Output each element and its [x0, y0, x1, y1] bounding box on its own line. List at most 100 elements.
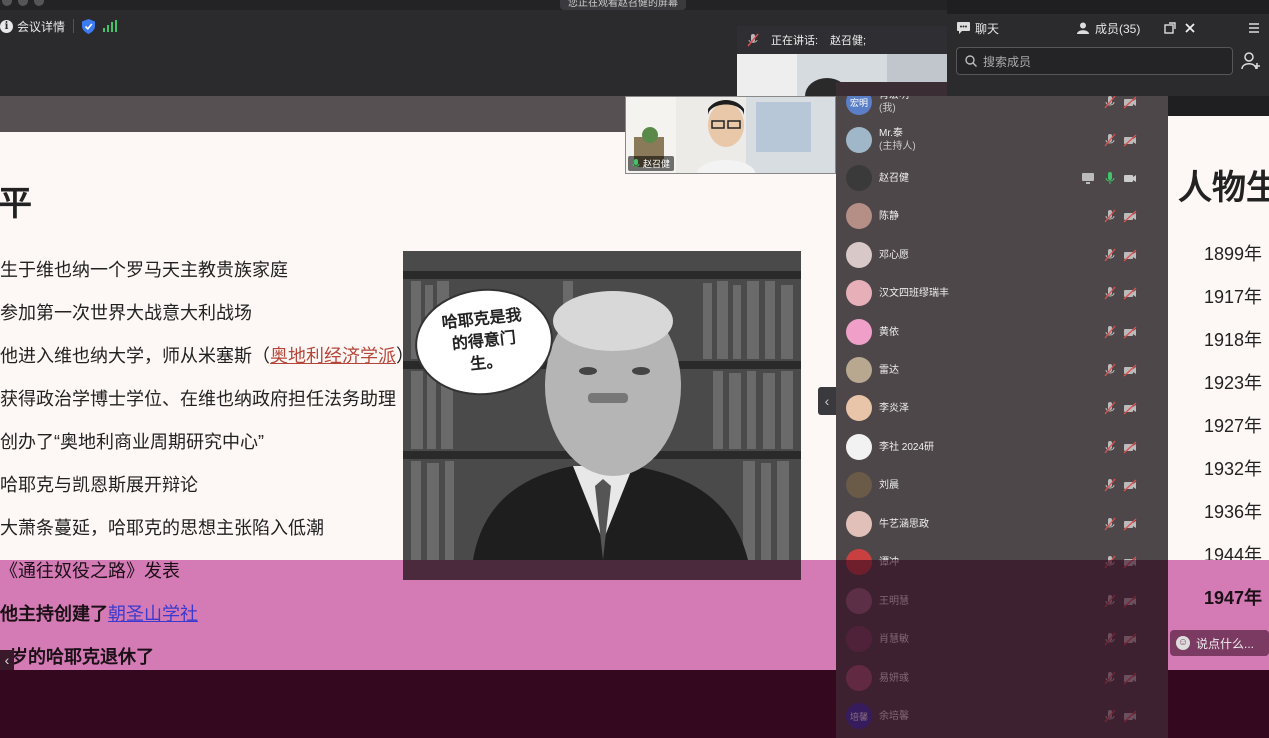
search-placeholder: 搜索成员 — [983, 54, 1032, 69]
avatar — [846, 434, 872, 460]
mic-muted-icon[interactable] — [1103, 286, 1117, 300]
sharing-banner[interactable]: 您正在观看赵召健的屏幕 — [560, 0, 686, 10]
avatar — [846, 280, 872, 306]
member-name: Mr.泰 — [879, 128, 903, 139]
chevron-left-icon[interactable]: ‹ — [0, 650, 14, 670]
member-row[interactable]: 刘晨 — [836, 466, 1168, 504]
mic-muted-icon[interactable] — [1103, 96, 1117, 109]
emoji-icon[interactable]: ☺ — [1176, 636, 1190, 650]
add-member-icon[interactable] — [1241, 51, 1261, 71]
window-close-dot[interactable] — [2, 0, 12, 6]
member-row[interactable]: 陈静 — [836, 197, 1168, 235]
member-row[interactable]: 李炎泽 — [836, 389, 1168, 427]
member-row[interactable]: 宏明 肖宏明 (我) — [836, 96, 1168, 121]
portrait-photo: 哈耶克是我的得意门生。 — [403, 251, 801, 560]
avatar — [846, 319, 872, 345]
camera-off-icon[interactable] — [1123, 440, 1137, 454]
search-input[interactable]: 搜索成员 — [956, 47, 1233, 75]
timeline-year: 1947年 — [1204, 588, 1263, 608]
member-row[interactable]: 李社 2024研 — [836, 428, 1168, 466]
mic-muted-icon — [747, 33, 759, 47]
avatar — [846, 472, 872, 498]
camera-off-icon[interactable] — [1123, 286, 1137, 300]
mic-muted-icon[interactable] — [1103, 209, 1117, 223]
mic-on-icon[interactable] — [1103, 171, 1117, 185]
camera-icon[interactable] — [1123, 171, 1137, 185]
camera-off-icon[interactable] — [1123, 96, 1137, 109]
camera-off-icon[interactable] — [1123, 209, 1137, 223]
mic-muted-icon[interactable] — [1103, 401, 1117, 415]
speaking-label: 正在讲话: — [771, 35, 819, 47]
avatar — [846, 395, 872, 421]
mont-pelerin-link[interactable]: 朝圣山学社 — [108, 604, 198, 624]
meeting-details-label[interactable]: 会议详情 — [17, 18, 65, 35]
event-text: 他主持创建了 — [0, 604, 108, 624]
members-icon — [1077, 22, 1090, 34]
avatar — [846, 165, 872, 191]
avatar — [846, 511, 872, 537]
member-row[interactable]: 黄依 — [836, 313, 1168, 351]
mic-muted-icon[interactable] — [1103, 363, 1117, 377]
member-name: 刘晨 — [879, 479, 899, 491]
mic-muted-icon[interactable] — [1103, 248, 1117, 262]
timeline-year: 1917年 — [1204, 287, 1263, 307]
austrian-school-link[interactable]: 奥地利经济学派 — [270, 346, 396, 366]
camera-off-icon[interactable] — [1123, 478, 1137, 492]
video-tile-main[interactable]: 赵召健 — [625, 96, 836, 174]
member-role: (主持人) — [879, 141, 916, 152]
shared-slide: 平 生于维也纳一个罗马天主教贵族家庭 参加第一次世界大战意大利战场 他进入维也纳… — [0, 132, 836, 560]
mic-muted-icon[interactable] — [1103, 478, 1117, 492]
chat-quick-input[interactable]: ☺ 说点什么... — [1170, 630, 1269, 656]
tab-members[interactable]: 成员(35) — [1067, 14, 1150, 42]
member-name-block: 陈静 — [879, 210, 899, 223]
member-name: 肖宏明 — [879, 96, 909, 101]
member-row[interactable]: 雷达 — [836, 351, 1168, 389]
mic-muted-icon[interactable] — [1103, 440, 1117, 454]
tab-chat[interactable]: 聊天 — [947, 14, 1009, 42]
timeline-year: 1918年 — [1204, 330, 1263, 350]
info-icon[interactable]: i — [0, 19, 13, 33]
side-panel-header: 聊天 成员(35) — [947, 14, 1269, 42]
toolbar-divider — [73, 19, 75, 33]
window-minimize-dot[interactable] — [18, 0, 28, 6]
collapse-panel-button[interactable]: ‹ — [818, 387, 836, 415]
speaker-name: 赵召健; — [830, 35, 867, 47]
member-name: 李炎泽 — [879, 402, 909, 414]
avatar — [846, 203, 872, 229]
members-list: 宏明 肖宏明 (我) Mr.泰 (主持人) 赵召健陈静邓心愿汉文四班缪瑞丰黄依雷达李炎泽李… — [836, 96, 1168, 738]
camera-off-icon[interactable] — [1123, 401, 1137, 415]
member-row[interactable]: 汉文四班缪瑞丰 — [836, 274, 1168, 312]
timeline-year: 1899年 — [1204, 244, 1263, 264]
camera-off-icon[interactable] — [1123, 363, 1137, 377]
camera-off-icon[interactable] — [1123, 248, 1137, 262]
mic-muted-icon[interactable] — [1103, 325, 1117, 339]
pink-overlay-band: 《通往奴役之路》发表 他主持创建了朝圣山学社 9岁的哈耶克退休了 — [0, 560, 836, 670]
member-role: (我) — [879, 103, 896, 114]
member-row[interactable]: 邓心愿 — [836, 236, 1168, 274]
avatar-text: 宏明 — [849, 97, 868, 108]
member-row[interactable]: Mr.泰 (主持人) — [836, 121, 1168, 159]
shield-icon[interactable] — [82, 18, 96, 34]
popout-icon[interactable] — [1164, 22, 1177, 34]
mic-muted-icon[interactable] — [1103, 133, 1117, 147]
search-icon — [965, 55, 977, 67]
member-row[interactable]: 赵召健 — [836, 159, 1168, 197]
screen-share-icon[interactable] — [1081, 171, 1095, 185]
member-name-block: 李炎泽 — [879, 402, 909, 415]
camera-off-icon[interactable] — [1123, 325, 1137, 339]
event-line: 哈耶克与凯恩斯展开辩论 — [0, 475, 198, 495]
timeline-year: 1923年 — [1204, 373, 1263, 393]
menu-icon[interactable] — [1248, 22, 1260, 34]
event-line: 他进入维也纳大学，师从米塞斯（奥地利经济学派） — [0, 342, 414, 368]
signal-strength-icon[interactable] — [103, 20, 118, 32]
member-name-block: 黄依 — [879, 326, 899, 339]
member-row[interactable]: 牛艺涵思政 — [836, 505, 1168, 543]
member-name-block: 肖宏明 (我) — [879, 96, 909, 115]
member-search-row: 搜索成员 — [947, 42, 1269, 82]
member-name: 汉文四班缪瑞丰 — [879, 287, 949, 299]
camera-off-icon[interactable] — [1123, 133, 1137, 147]
close-icon[interactable] — [1184, 22, 1196, 34]
window-zoom-dot[interactable] — [34, 0, 44, 6]
camera-off-icon[interactable] — [1123, 517, 1137, 531]
mic-muted-icon[interactable] — [1103, 517, 1117, 531]
